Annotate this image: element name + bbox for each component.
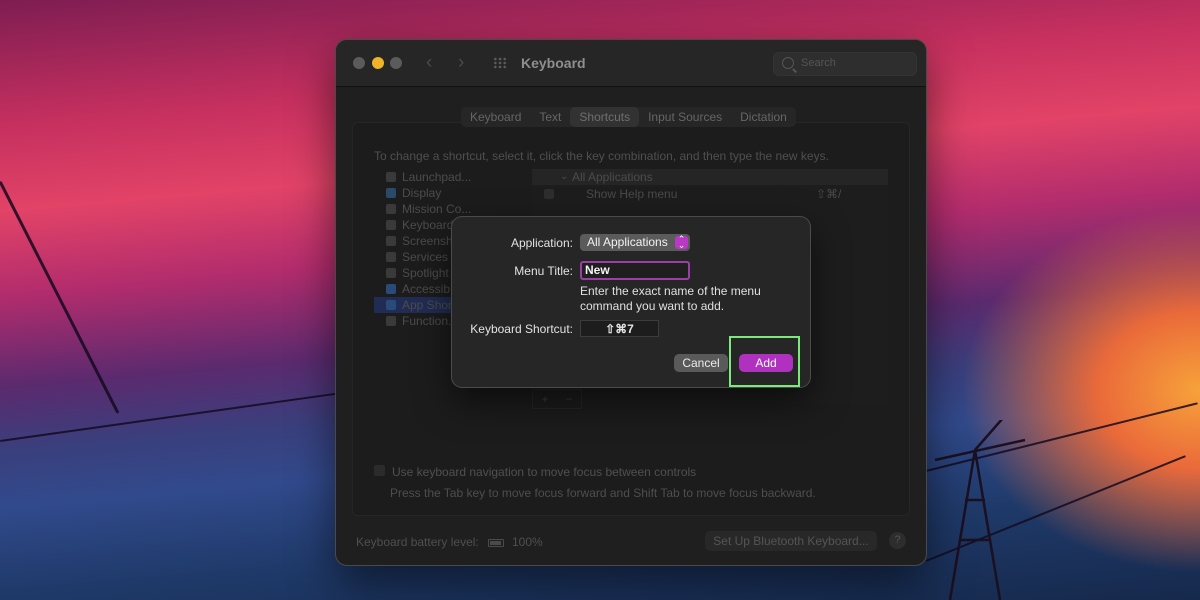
- tab-keyboard[interactable]: Keyboard: [461, 107, 530, 127]
- sidebar-item-mission-control[interactable]: Mission Co...: [374, 201, 524, 217]
- accessibility-icon: [386, 284, 396, 294]
- shortcut-keys: ⇧⌘/: [816, 187, 842, 201]
- display-icon: [386, 188, 396, 198]
- app-shortcuts-icon: [386, 300, 396, 310]
- function-keys-icon: [386, 316, 396, 326]
- close-button[interactable]: [353, 57, 365, 69]
- services-icon: [386, 252, 396, 262]
- wallpaper-cable: [0, 392, 337, 442]
- wallpaper-pylon: [934, 420, 1026, 600]
- preferences-tabs: Keyboard Text Shortcuts Input Sources Di…: [461, 107, 796, 127]
- keyboard-navigation-checkbox[interactable]: [374, 465, 385, 476]
- shortcut-name: Show Help menu: [586, 187, 678, 201]
- screenshot-icon: [386, 236, 396, 246]
- battery-level-value: 100%: [512, 535, 543, 549]
- application-label: Application:: [510, 236, 573, 250]
- sidebar-item-label: Mission Co...: [402, 202, 472, 216]
- setup-bluetooth-keyboard-button[interactable]: Set Up Bluetooth Keyboard...: [705, 531, 877, 551]
- application-popup[interactable]: All Applications ⌃ ⌄: [580, 234, 690, 251]
- sidebar-item-launchpad[interactable]: Launchpad...: [374, 169, 524, 185]
- tab-dictation[interactable]: Dictation: [731, 107, 796, 127]
- keyboard-icon: [386, 220, 396, 230]
- sidebar-item-display[interactable]: Display: [374, 185, 524, 201]
- mission-control-icon: [386, 204, 396, 214]
- enabled-checkbox[interactable]: [544, 189, 554, 199]
- search-placeholder: Search: [801, 57, 836, 69]
- keyboard-navigation-label: Use keyboard navigation to move focus be…: [392, 465, 697, 479]
- menu-title-help: Enter the exact name of the menu command…: [580, 284, 761, 313]
- battery-icon: [488, 539, 504, 547]
- wallpaper-cable: [0, 180, 120, 414]
- window-title: Keyboard: [521, 55, 586, 71]
- menu-title-field[interactable]: New: [580, 261, 690, 280]
- launchpad-icon: [386, 172, 396, 182]
- minimize-button[interactable]: [372, 57, 384, 69]
- zoom-button[interactable]: [390, 57, 402, 69]
- menu-title-label: Menu Title:: [514, 264, 573, 278]
- tab-text[interactable]: Text: [530, 107, 570, 127]
- table-row[interactable]: Show Help menu ⇧⌘/: [532, 186, 888, 202]
- table-group-header[interactable]: ⌄ All Applications: [532, 169, 888, 185]
- tab-input-sources[interactable]: Input Sources: [639, 107, 731, 127]
- group-label: All Applications: [572, 170, 653, 184]
- battery-level-label: Keyboard battery level:: [356, 535, 479, 549]
- tab-shortcuts[interactable]: Shortcuts: [570, 107, 640, 127]
- search-field[interactable]: Search: [773, 52, 917, 76]
- sidebar-item-label: Launchpad...: [402, 170, 472, 184]
- forward-arrow-icon[interactable]: ›: [458, 52, 464, 74]
- instructions-text: To change a shortcut, select it, click t…: [374, 149, 829, 163]
- sidebar-item-label: Display: [402, 186, 442, 200]
- title-bar: ‹ › Keyboard Search: [336, 40, 926, 87]
- chevron-down-icon: ⌄: [560, 171, 569, 182]
- show-all-grid-icon[interactable]: [493, 57, 507, 69]
- add-remove-control: + −: [532, 389, 582, 409]
- add-button-highlight: [729, 336, 800, 387]
- back-arrow-icon[interactable]: ‹: [426, 52, 432, 74]
- remove-shortcut-button[interactable]: −: [557, 390, 581, 408]
- keyboard-navigation-hint: Press the Tab key to move focus forward …: [390, 486, 816, 500]
- chevron-updown-icon: ⌃ ⌄: [675, 235, 688, 250]
- sidebar-item-label: Keyboard: [402, 218, 454, 232]
- spotlight-icon: [386, 268, 396, 278]
- sidebar-item-label: Services: [402, 250, 449, 264]
- sidebar-item-label: Function...: [402, 314, 459, 328]
- add-shortcut-button[interactable]: +: [533, 390, 557, 408]
- application-value: All Applications: [587, 235, 668, 249]
- sidebar-item-label: Spotlight: [402, 266, 449, 280]
- keyboard-shortcut-label: Keyboard Shortcut:: [470, 322, 573, 336]
- search-icon: [782, 57, 794, 69]
- keyboard-shortcut-field[interactable]: ⇧⌘7: [580, 320, 659, 337]
- cancel-button[interactable]: Cancel: [674, 354, 728, 372]
- help-button[interactable]: ?: [889, 532, 906, 549]
